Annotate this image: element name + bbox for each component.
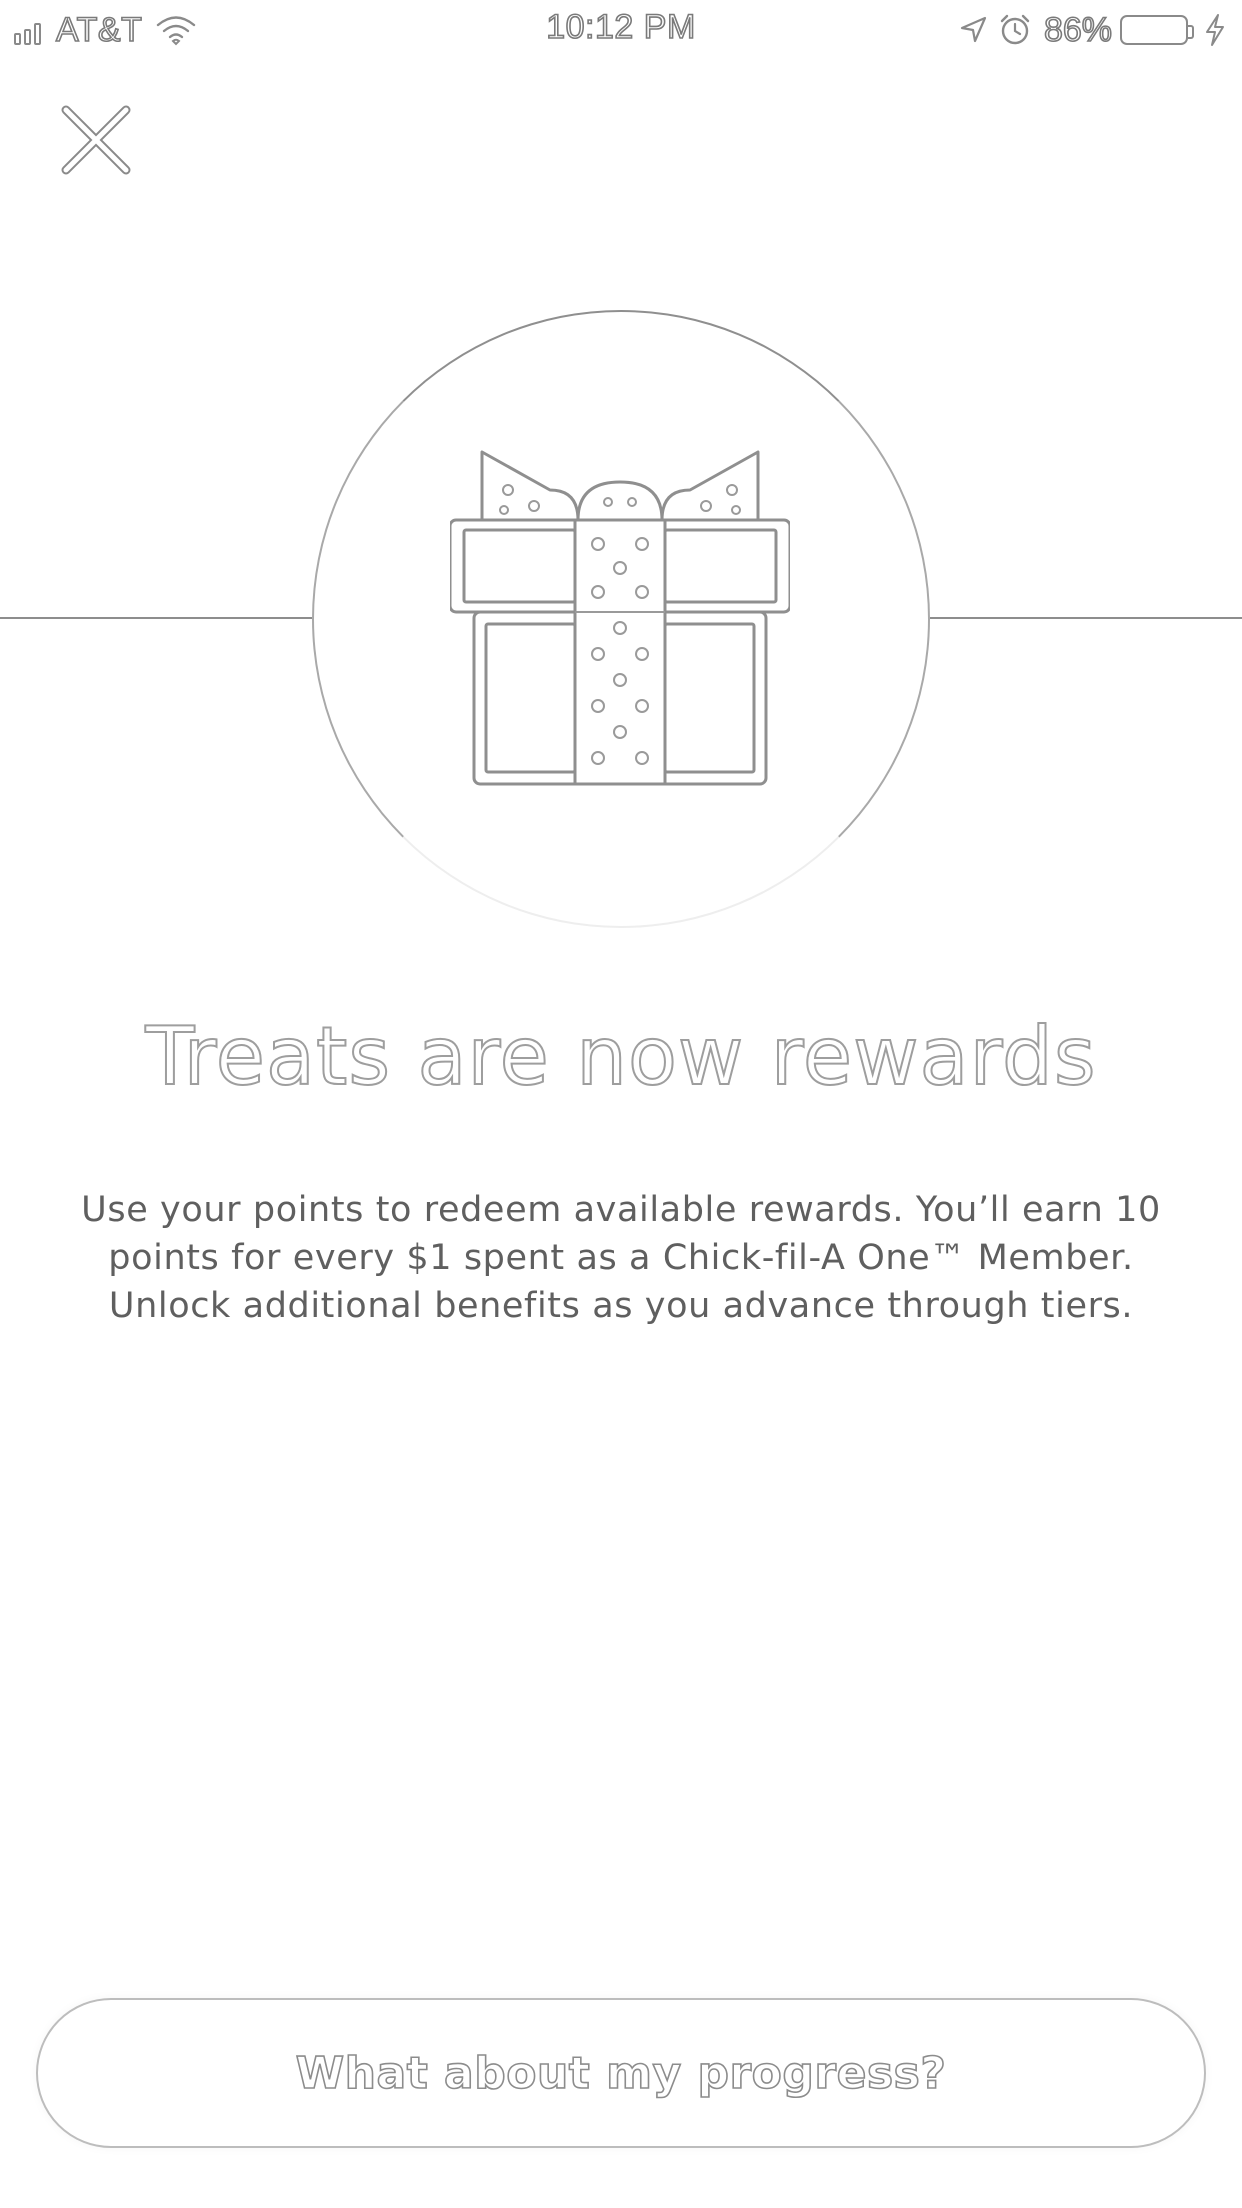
progress-button[interactable]: What about my progress? (36, 1998, 1206, 2148)
page-title: Treats are now rewards (144, 1009, 1097, 1104)
status-right: 86% (948, 8, 1226, 52)
close-icon[interactable] (56, 100, 136, 180)
description-text: Use your points to redeem available rewa… (81, 1190, 1161, 1326)
battery-percent: 86% (1043, 10, 1113, 50)
charging-bolt-icon (1206, 14, 1224, 46)
hero-divider-left (0, 617, 312, 619)
close-button[interactable] (56, 100, 136, 180)
gift-icon (450, 450, 790, 786)
progress-button-label: What about my progress? (295, 2047, 947, 2100)
alarm-icon (1000, 14, 1030, 45)
hero-divider-right (930, 617, 1242, 619)
location-arrow-icon (960, 16, 987, 43)
status-bar: AT&T 10:12 PM 86% (0, 0, 1242, 60)
battery-icon (1120, 15, 1194, 45)
